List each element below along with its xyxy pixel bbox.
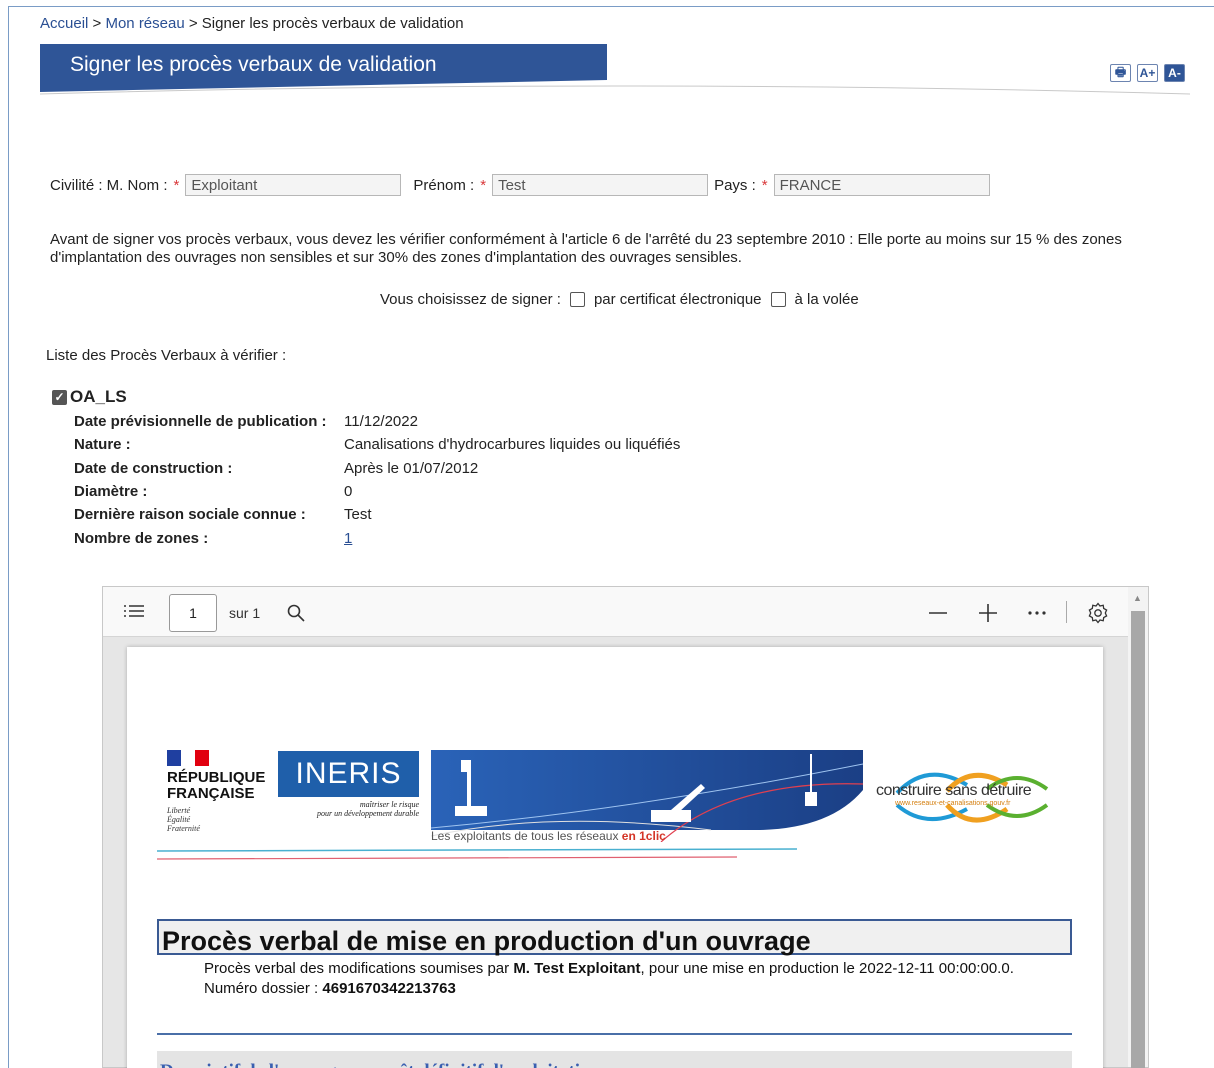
- rf-motto-line: Fraternité: [167, 824, 200, 833]
- banner-caption: Les exploitants de tous les réseaux en 1…: [431, 829, 666, 843]
- dossier-label: Numéro dossier :: [204, 980, 319, 997]
- scrollbar-thumb[interactable]: [1131, 611, 1145, 1068]
- prenom-label: Prénom :: [413, 176, 475, 194]
- pv-name: OA_LS: [70, 387, 127, 406]
- pv-details: Date prévisionnelle de publication : 11/1…: [74, 410, 680, 550]
- republique-francaise-logo: RÉPUBLIQUE FRANÇAISE Liberté Égalité Fra…: [167, 750, 265, 833]
- csd-logo-url: www.reseaux-et-canalisations.gouv.fr: [895, 800, 1011, 807]
- pv-field-value: 11/12/2022: [344, 413, 418, 431]
- header-rules: [157, 848, 798, 860]
- zoom-in-icon[interactable]: [979, 604, 997, 622]
- zoom-out-icon[interactable]: [929, 611, 947, 615]
- next-section-heading: Descriptif de l'ouvrage en arrêt définit…: [157, 1051, 1072, 1068]
- pv-field-value: Canalisations d'hydrocarbures liquides o…: [344, 436, 681, 454]
- prenom-field[interactable]: [492, 174, 709, 196]
- rf-name-line: FRANÇAISE: [167, 785, 255, 802]
- contents-icon[interactable]: [123, 603, 145, 619]
- pv-field-label: Dernière raison sociale connue :: [74, 506, 306, 524]
- pv-item: ✓ OA_LS Date prévisionnelle de publicati…: [52, 387, 680, 550]
- ineris-tagline-line: pour un développement durable: [317, 809, 419, 818]
- verification-notice: Avant de signer vos procès verbaux, vous…: [50, 231, 1122, 266]
- on-the-fly-checkbox[interactable]: [770, 292, 786, 307]
- page-number-input[interactable]: 1: [169, 594, 217, 632]
- pv-row-nature: Nature : Canalisations d'hydrocarbures li…: [74, 433, 680, 456]
- sign-method-choice: Vous choisissez de signer : par certific…: [380, 291, 859, 308]
- pv-row-company: Dernière raison sociale connue : Test: [74, 503, 680, 526]
- search-icon[interactable]: [287, 604, 305, 622]
- ineris-logo: INERIS: [278, 751, 419, 797]
- font-decrease-button[interactable]: A-: [1164, 64, 1185, 82]
- certificate-option-label[interactable]: par certificat électronique: [594, 291, 762, 308]
- required-mark: *: [480, 176, 487, 194]
- ineris-tagline: maîtriser le risque pour un développemen…: [282, 800, 419, 818]
- identity-row: Civilité : M. Nom : * Prénom : * Pays : …: [50, 174, 990, 196]
- document-title: Procès verbal de mise en production d'un…: [157, 919, 1072, 956]
- rf-motto: Liberté Égalité Fraternité: [167, 806, 265, 833]
- rf-name-line: RÉPUBLIQUE: [167, 769, 266, 786]
- more-icon[interactable]: [1028, 610, 1046, 616]
- pdf-viewer: 1 sur 1 RÉPUBLIQUE FRANÇAISE Liberté Éga…: [102, 586, 1149, 1068]
- pv-field-value: Test: [344, 506, 372, 524]
- pdf-toolbar: 1 sur 1: [103, 587, 1148, 637]
- page-tools: 🖶 A+ A-: [1110, 64, 1185, 82]
- breadcrumb: Accueil > Mon réseau > Signer les procès…: [40, 15, 464, 32]
- settings-icon[interactable]: [1087, 602, 1109, 624]
- pv-field-value: Après le 01/07/2012: [344, 459, 479, 477]
- zones-count-link[interactable]: 1: [344, 530, 352, 547]
- nom-field[interactable]: [185, 174, 402, 196]
- section-divider: [157, 1033, 1072, 1035]
- pv-list-title: Liste des Procès Verbaux à vérifier :: [46, 347, 287, 364]
- breadcrumb-network-link[interactable]: Mon réseau: [105, 15, 184, 32]
- pays-field[interactable]: [773, 174, 990, 196]
- pv-field-label: Nature :: [74, 436, 131, 454]
- csd-logo-text: construire sans détruire: [876, 782, 1032, 799]
- pv-field-value: 0: [344, 483, 353, 501]
- pv-row-construction-date: Date de construction : Après le 01/07/201…: [74, 457, 680, 480]
- rf-motto-line: Égalité: [167, 815, 191, 824]
- required-mark: *: [173, 176, 180, 194]
- pv-row-diameter: Diamètre : 0: [74, 480, 680, 503]
- intro-suffix: , pour une mise en production le 2022-12…: [640, 960, 1014, 977]
- banner-caption-highlight: en 1clic: [621, 829, 666, 843]
- intro-prefix: Procès verbal des modifications soumises…: [204, 960, 510, 977]
- rf-motto-line: Liberté: [167, 806, 191, 815]
- banner-caption-text: Les exploitants de tous les réseaux: [431, 829, 619, 843]
- pdf-page: RÉPUBLIQUE FRANÇAISE Liberté Égalité Fra…: [127, 647, 1103, 1068]
- ineris-tagline-line: maîtriser le risque: [359, 800, 419, 809]
- pv-field-label: Diamètre :: [74, 483, 148, 501]
- required-mark: *: [761, 176, 768, 194]
- document-intro: Procès verbal des modifications soumises…: [204, 959, 1044, 999]
- dossier-number: 4691670342213763: [322, 980, 456, 997]
- page-total: sur 1: [229, 605, 261, 621]
- pv-header: ✓ OA_LS: [52, 387, 680, 407]
- font-increase-button[interactable]: A+: [1137, 64, 1158, 82]
- sign-choice-label: Vous choisissez de signer :: [380, 291, 561, 308]
- viewer-scrollbar[interactable]: ▲: [1128, 587, 1148, 1068]
- civilite-nom-label: Civilité : M. Nom :: [50, 176, 168, 194]
- french-flag-icon: [167, 750, 209, 766]
- print-icon[interactable]: 🖶: [1110, 64, 1131, 82]
- pv-row-zones: Nombre de zones : 1: [74, 526, 680, 549]
- pv-checkbox[interactable]: ✓: [52, 389, 67, 405]
- breadcrumb-current: Signer les procès verbaux de validation: [201, 15, 464, 32]
- intro-person: M. Test Exploitant: [513, 960, 641, 977]
- certificate-checkbox[interactable]: [569, 292, 585, 307]
- pv-field-label: Date de construction :: [74, 459, 233, 477]
- scroll-up-icon[interactable]: ▲: [1133, 593, 1142, 603]
- breadcrumb-separator: >: [184, 15, 202, 32]
- pv-field-label: Date prévisionnelle de publication :: [74, 413, 327, 431]
- pv-field-label: Nombre de zones :: [74, 529, 209, 547]
- breadcrumb-separator: >: [88, 15, 106, 32]
- on-the-fly-option-label[interactable]: à la volée: [795, 291, 859, 308]
- pv-row-publication-date: Date prévisionnelle de publication : 11/1…: [74, 410, 680, 433]
- breadcrumb-home-link[interactable]: Accueil: [40, 15, 88, 32]
- pays-label: Pays :: [714, 176, 756, 194]
- toolbar-divider: [1066, 601, 1067, 623]
